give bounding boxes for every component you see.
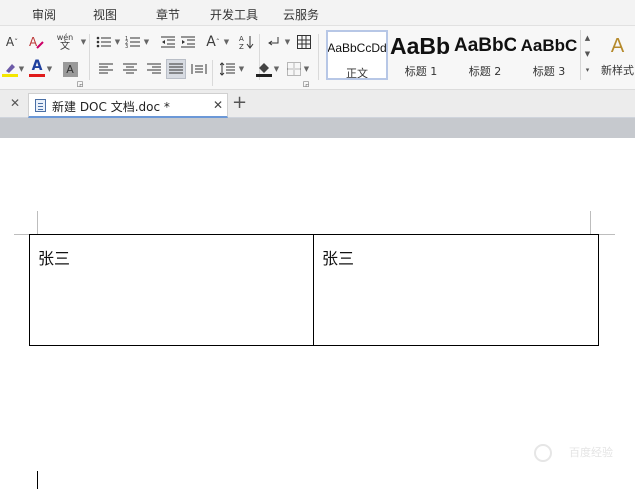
bullet-list-dropdown[interactable]: ▼ (113, 32, 121, 52)
numbered-list-icon: 123 (125, 36, 140, 49)
margin-mark-right (590, 211, 591, 234)
line-spacing-icon (220, 62, 235, 76)
document-tab-title: 新建 DOC 文档.doc * (52, 100, 170, 114)
table-icon (297, 35, 311, 49)
table-button[interactable] (294, 32, 314, 52)
phonetic-dropdown[interactable]: ▼ (78, 32, 88, 52)
document-table: 张三 张三 (29, 234, 599, 346)
font-color-swatch (29, 74, 45, 77)
svg-text:3: 3 (125, 44, 128, 49)
highlighter-icon (2, 64, 18, 77)
clear-format-button[interactable]: A (26, 32, 46, 52)
document-tab-bar: ✕ 新建 DOC 文档.doc * ✕ + (0, 90, 635, 118)
margin-mark-left (37, 211, 38, 234)
font-color-dropdown[interactable]: ▼ (45, 59, 53, 79)
shading-button[interactable] (254, 59, 274, 79)
borders-button[interactable] (284, 59, 304, 79)
phonetic-guide-button[interactable]: wén 文 (52, 32, 78, 52)
table-cell[interactable]: 张三 (29, 234, 314, 346)
gallery-down-icon[interactable]: ▼ (581, 46, 594, 62)
document-icon (35, 99, 46, 112)
watermark: 百度经验 (569, 446, 613, 459)
style-gallery: AaBbCcDd 正文 AaBb 标题 1 AaBbC 标题 2 AaBbC 标… (322, 30, 594, 82)
style-heading-2[interactable]: AaBbC 标题 2 (454, 30, 516, 80)
borders-dropdown[interactable]: ▼ (302, 59, 310, 79)
paragraph-dialog-launcher[interactable]: ◲ (302, 80, 310, 88)
sort-button[interactable]: AZ (236, 32, 256, 52)
line-spacing-dropdown[interactable]: ▼ (237, 59, 245, 79)
numbered-list-dropdown[interactable]: ▼ (142, 32, 150, 52)
increase-indent-icon (181, 36, 195, 48)
distributed-icon (191, 64, 207, 74)
document-tab[interactable]: 新建 DOC 文档.doc * ✕ (28, 93, 228, 118)
svg-text:A: A (29, 35, 38, 49)
table-cell[interactable]: 张三 (313, 234, 599, 346)
line-spacing-button[interactable] (218, 59, 238, 79)
menu-bar: 审阅 视图 章节 开发工具 云服务 (0, 0, 635, 26)
clear-format-icon: A (29, 35, 44, 49)
menu-developer-tools[interactable]: 开发工具 (210, 6, 258, 23)
increase-indent-button[interactable] (178, 32, 198, 52)
shading-dropdown[interactable]: ▼ (272, 59, 280, 79)
gallery-more-icon[interactable]: ▾ (581, 62, 594, 78)
numbered-list-button[interactable]: 123 (123, 32, 143, 52)
align-right-button[interactable] (144, 59, 164, 79)
justify-button[interactable] (166, 59, 186, 79)
distributed-align-button[interactable] (189, 59, 209, 79)
grow-font-dropdown[interactable]: ▼ (222, 32, 230, 52)
menu-view[interactable]: 视图 (93, 6, 117, 23)
align-left-icon (99, 63, 113, 74)
bullet-list-button[interactable] (94, 32, 114, 52)
menu-chapter[interactable]: 章节 (156, 6, 180, 23)
style-normal[interactable]: AaBbCcDd 正文 (326, 30, 388, 80)
margin-mark-right-h (599, 234, 615, 235)
font-color-button[interactable]: A (27, 58, 47, 78)
svg-text:Z: Z (239, 43, 244, 50)
style-gallery-scroll[interactable]: ▲ ▼ ▾ (580, 30, 594, 80)
highlight-dropdown[interactable]: ▼ (17, 59, 25, 79)
borders-icon (287, 62, 301, 76)
grow-font-button[interactable]: Aˆ (203, 32, 223, 52)
paint-bucket-icon (256, 63, 272, 77)
decrease-indent-button[interactable] (158, 32, 178, 52)
svg-text:A: A (239, 35, 244, 43)
align-right-icon (147, 63, 161, 74)
character-shading-button[interactable]: A (60, 59, 80, 79)
ruler-area (0, 118, 635, 138)
style-heading-1[interactable]: AaBb 标题 1 (390, 30, 452, 80)
decrease-indent-icon (161, 36, 175, 48)
gallery-up-icon[interactable]: ▲ (581, 30, 594, 46)
paragraph-mark-dropdown[interactable]: ▼ (283, 32, 291, 52)
line-break-icon (268, 37, 279, 46)
align-center-icon (123, 63, 137, 74)
menu-cloud-service[interactable]: 云服务 (283, 6, 319, 23)
close-icon[interactable]: ✕ (10, 96, 20, 110)
paragraph-mark-button[interactable] (264, 32, 284, 52)
justify-icon (169, 63, 183, 74)
new-tab-icon[interactable]: + (232, 92, 247, 113)
align-center-button[interactable] (120, 59, 140, 79)
font-dialog-launcher[interactable]: ◲ (76, 80, 84, 88)
shrink-font-button[interactable]: Aˇ (2, 32, 22, 52)
tab-close-icon[interactable]: ✕ (213, 98, 223, 112)
text-cursor (37, 471, 38, 489)
sort-icon: AZ (239, 35, 254, 50)
margin-mark-left-h (14, 234, 30, 235)
bullet-list-icon (96, 36, 111, 48)
menu-review[interactable]: 审阅 (32, 6, 56, 23)
table-row: 张三 张三 (29, 234, 599, 346)
new-style-button[interactable]: A 新样式 (600, 30, 635, 80)
align-left-button[interactable] (96, 59, 116, 79)
style-heading-3[interactable]: AaBbC 标题 3 (518, 30, 580, 80)
